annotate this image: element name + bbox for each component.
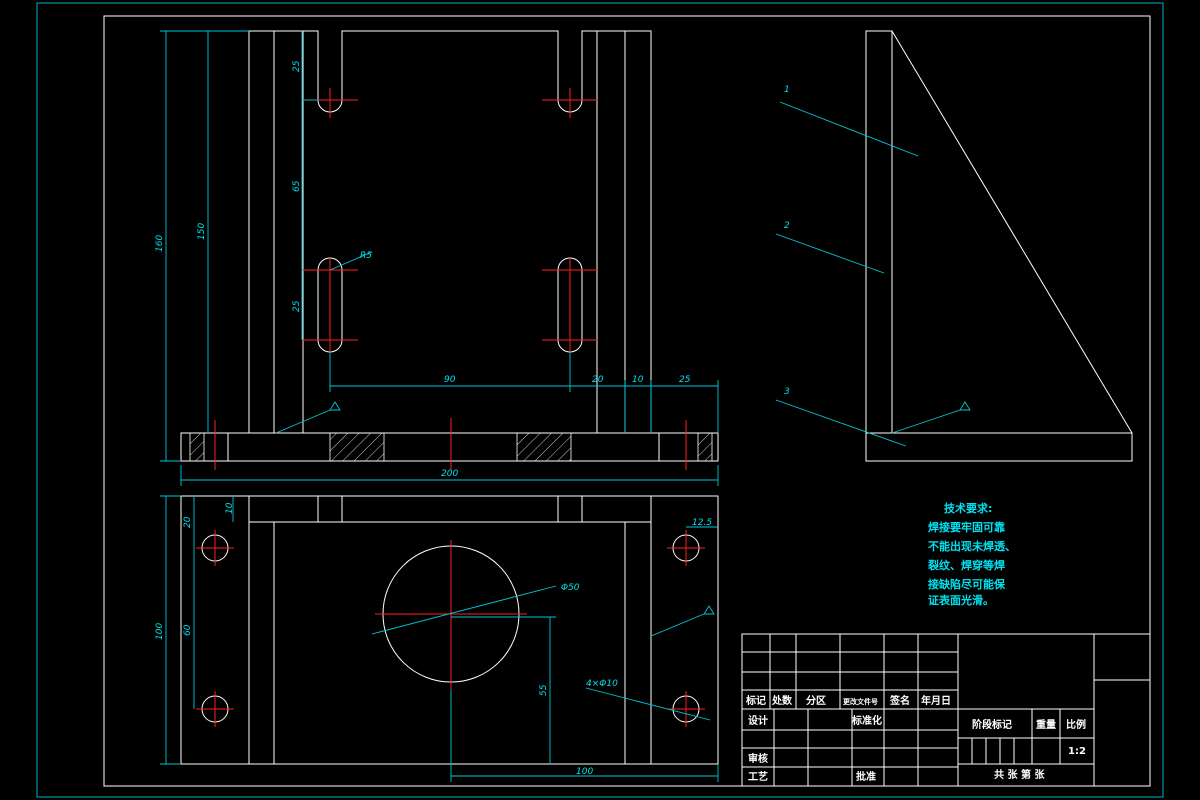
balloon-3: 3 [784,387,790,397]
tech-req-line-4: 接缺陷尽可能保 [928,577,1006,591]
top-center-marks [196,530,705,727]
tech-req-title: 技术要求: [944,501,992,515]
dim-top-phi50: Φ50 [561,583,580,593]
tech-req-line-1: 焊接要牢固可靠 [928,520,1005,534]
cad-drawing-canvas: 160 150 25 65 25 R5 90 20 10 25 200 1 2 … [36,2,1164,798]
tb-standard: 标准化 [851,714,882,727]
dim-top-55: 55 [539,684,549,696]
balloon-1-leader [779,101,919,157]
tb-mark: 标记 [745,694,766,707]
front-base-plate [180,432,719,462]
balloon-1: 1 [784,85,790,95]
dim-25-top: 25 [292,60,302,72]
tb-process: 工艺 [748,770,768,783]
tb-sign: 签名 [889,694,910,707]
sheet-inner-border [103,15,1151,787]
front-view: 160 150 25 65 25 R5 90 20 10 25 200 [155,30,719,486]
dim-160: 160 [155,235,165,252]
tech-req-line-5: 证表面光滑。 [928,593,994,607]
tb-scale-label: 比例 [1066,718,1086,731]
front-base-hatch-end-right [697,432,713,462]
technical-requirements: 技术要求: 焊接要牢固可靠 不能出现未焊透、 裂纹、焊穿等焊 接缺陷尽可能保 证… [927,501,1016,607]
tb-date: 年月日 [921,694,951,707]
front-vertical-plate [248,30,652,433]
title-block: 标记 处数 分区 更改文件号 签名 年月日 设计 标准化 审核 工艺 批准 阶段… [741,633,1151,787]
front-dimensions [160,30,719,486]
front-base-hatch-left [329,432,385,462]
tb-sheets: 共 张 第 张 [994,768,1045,781]
side-vertical-plate [865,30,893,434]
dim-10: 10 [632,375,644,385]
dim-top-4x-phi10: 4×Φ10 [586,679,618,689]
dim-top-12-5: 12.5 [692,518,712,528]
sheet-outer-border [36,2,1164,798]
dim-25-mid: 25 [292,300,302,312]
top-view: 100 20 10 60 12.5 Φ50 4×Φ10 55 100 [155,495,719,782]
tb-approve: 批准 [856,770,876,783]
tb-design: 设计 [748,714,768,727]
dim-top-10: 10 [225,502,235,514]
dim-90: 90 [444,375,456,385]
balloon-2-leader [775,233,885,274]
dim-200: 200 [441,469,458,479]
front-base-hatch-end-left [189,432,205,462]
balloon-2: 2 [784,221,790,231]
dim-20: 20 [592,375,604,385]
tech-req-line-2: 不能出现未焊透、 [928,539,1016,553]
front-center-marks [302,88,598,352]
tb-scale-value: 1:2 [1068,746,1086,757]
top-dimensions [160,495,719,782]
tb-weight: 重量 [1036,718,1056,731]
front-base-hatch-right [516,432,572,462]
dim-top-60: 60 [183,624,193,636]
top-base-outline [180,495,719,765]
dim-top-100-horizontal: 100 [576,767,593,777]
tb-count: 处数 [771,694,793,707]
dim-top-20: 20 [183,516,193,528]
dim-25-right: 25 [679,375,691,385]
tb-zone: 分区 [806,694,826,707]
balloon-3-leader [775,399,907,447]
dim-65: 65 [292,180,302,192]
top-upper-plate [248,495,652,523]
dim-top-100-vertical: 100 [155,623,165,640]
side-base-plate [865,432,1133,462]
tb-stage-mark: 阶段标记 [972,718,1012,731]
side-view: 1 2 3 [775,30,1133,462]
tb-change-doc: 更改文件号 [843,697,878,706]
tech-req-line-3: 裂纹、焊穿等焊 [927,558,1005,572]
dim-r5: R5 [360,251,372,261]
dim-150: 150 [197,223,207,240]
tb-review: 审核 [748,752,768,765]
side-gusset-diagonal [891,30,1133,434]
